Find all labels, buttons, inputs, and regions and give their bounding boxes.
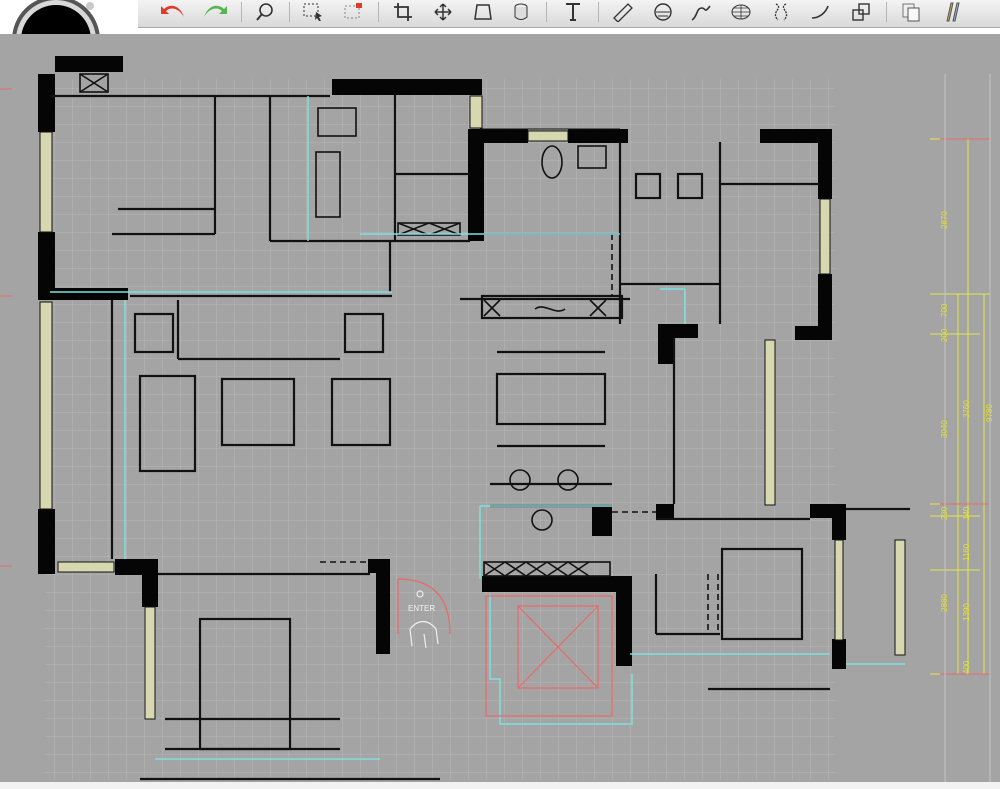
dimension-label: 400 bbox=[962, 660, 971, 674]
shapes-icon[interactable] bbox=[846, 0, 876, 24]
dimension-label: 230 bbox=[940, 506, 949, 520]
cube-icon[interactable] bbox=[506, 0, 536, 24]
dimension-label: 140 bbox=[962, 506, 971, 520]
shape-icon[interactable] bbox=[468, 0, 498, 24]
dimension-label: 3040 bbox=[940, 420, 949, 438]
select-box-icon[interactable] bbox=[298, 0, 328, 24]
drawing-toolbar bbox=[138, 0, 1000, 28]
copy-icon[interactable] bbox=[896, 0, 926, 24]
dimension-label: 2880 bbox=[940, 594, 949, 612]
arc-icon[interactable] bbox=[806, 0, 836, 24]
dimension-label: 1390 bbox=[962, 603, 971, 621]
ruler-icon[interactable] bbox=[608, 0, 638, 24]
dimension-label: 1160 bbox=[962, 543, 971, 561]
magnifier-icon[interactable] bbox=[250, 0, 280, 24]
grid-sphere-icon[interactable] bbox=[726, 0, 756, 24]
undo-arrow-icon[interactable] bbox=[158, 0, 188, 24]
text-T-icon[interactable] bbox=[558, 0, 588, 24]
protractor-icon[interactable] bbox=[648, 0, 678, 24]
select-remove-icon[interactable] bbox=[338, 0, 368, 24]
move-icon[interactable] bbox=[428, 0, 458, 24]
dimension-total: 9780 bbox=[985, 404, 994, 422]
pencil-icon[interactable] bbox=[938, 0, 968, 24]
crop-icon[interactable] bbox=[388, 0, 418, 24]
dimension-label: 2870 bbox=[940, 211, 949, 229]
bottom-strip bbox=[0, 782, 1000, 789]
drawing-canvas[interactable]: ENTER 2870 700 200 3040 230 140 1160 288… bbox=[0, 34, 1000, 782]
enter-label: ENTER bbox=[408, 604, 436, 613]
pen-icon[interactable] bbox=[686, 0, 716, 24]
curve-icon[interactable] bbox=[766, 0, 796, 24]
dimension-label: 200 bbox=[940, 328, 949, 342]
dimension-label: 700 bbox=[940, 303, 949, 317]
redo-arrow-icon[interactable] bbox=[200, 0, 230, 24]
floor-plan-drawing bbox=[0, 56, 991, 782]
dimension-total: 3760 bbox=[962, 400, 971, 418]
